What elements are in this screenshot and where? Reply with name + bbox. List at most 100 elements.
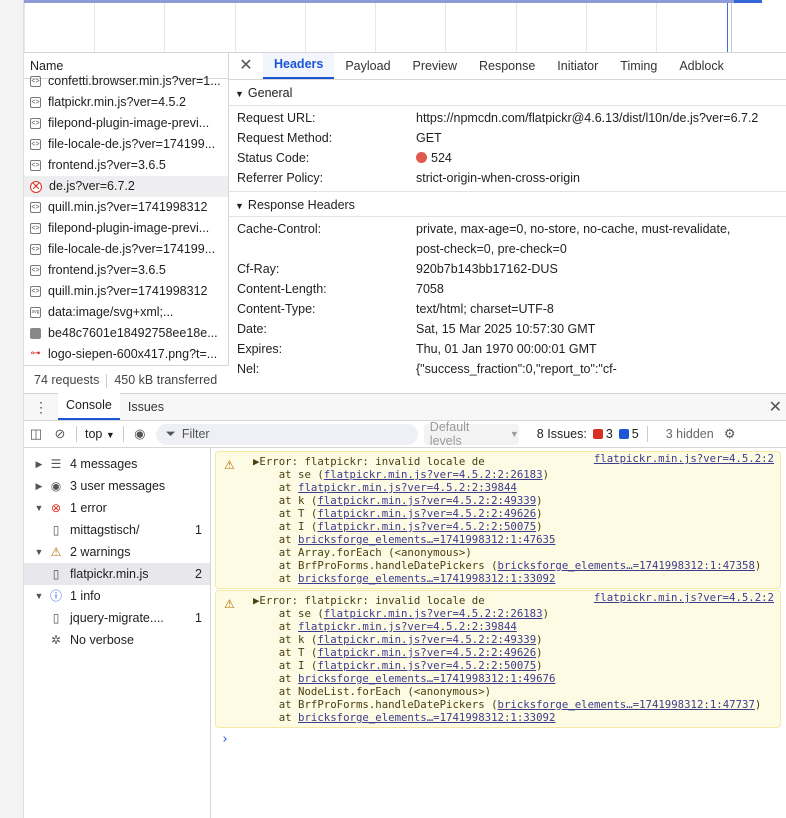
stack-link[interactable]: flatpickr.min.js?ver=4.5.2:2:39844 (298, 481, 517, 494)
stack-link[interactable]: bricksforge_elements…=1741998312:1:47358 (498, 559, 755, 572)
tab-response[interactable]: Response (468, 54, 546, 79)
stack-line: ▶Error: flatpickr: invalid locale de (253, 594, 780, 607)
tab-headers[interactable]: Headers (263, 53, 335, 79)
stack-text: ) (542, 607, 549, 620)
stack-link[interactable]: flatpickr.min.js?ver=4.5.2:2:49626 (317, 507, 536, 520)
sidebar-item[interactable]: ▯ jquery-migrate.... 1 (24, 607, 210, 629)
stack-link[interactable]: bricksforge_elements…=1741998312:1:33092 (298, 572, 555, 585)
waterfall-bar-active (734, 0, 762, 3)
request-row[interactable]: <> quill.min.js?ver=1741998312 (24, 281, 228, 302)
header-key: Cache-Control: (237, 222, 322, 236)
sidebar-item[interactable]: ▯ mittagstisch/1 (24, 519, 210, 541)
console-prompt[interactable]: › (221, 732, 229, 747)
stack-link[interactable]: flatpickr.min.js?ver=4.5.2:2:49339 (317, 633, 536, 646)
header-key: Content-Type: (237, 302, 316, 316)
request-row[interactable]: <> frontend.js?ver=3.6.5 (24, 260, 228, 281)
levels-dropdown[interactable]: Default levels ▼ (423, 420, 519, 448)
request-row[interactable]: <> frontend.js?ver=3.6.5 (24, 155, 228, 176)
stack-line: at I (flatpickr.min.js?ver=4.5.2:2:50075… (253, 520, 780, 533)
stack-text: ) (536, 507, 543, 520)
sidebar-item[interactable]: ▼ ⓘ 1 info (24, 585, 210, 607)
sidebar-item-label: 1 info (70, 589, 101, 603)
sidebar-item-count: 2 (195, 567, 202, 581)
request-row[interactable]: <> file-locale-de.js?ver=174199... (24, 239, 228, 260)
sidebar-item[interactable]: ✲ No verbose (24, 629, 210, 651)
console-warning-message[interactable]: ⚠ flatpickr.min.js?ver=4.5.2:2 ▶Error: fla… (215, 590, 781, 728)
file-icon: ▯ (52, 567, 60, 581)
sidebar-item[interactable]: ▶ ☰ 4 messages (24, 453, 210, 475)
stack-link[interactable]: bricksforge_elements…=1741998312:1:49676 (298, 672, 555, 685)
stack-link[interactable]: bricksforge_elements…=1741998312:1:47737 (498, 698, 755, 711)
more-options-icon[interactable]: ⋮ (24, 395, 58, 420)
tab-payload[interactable]: Payload (334, 54, 401, 79)
sidebar-toggle-icon[interactable]: ◫ (24, 426, 48, 442)
eye-icon[interactable]: ◉ (128, 426, 152, 442)
tab-preview[interactable]: Preview (402, 54, 468, 79)
stack-link[interactable]: flatpickr.min.js?ver=4.5.2:2:39844 (298, 620, 517, 633)
stack-link[interactable]: flatpickr.min.js?ver=4.5.2:2:26183 (324, 468, 543, 481)
request-row[interactable]: <> quill.min.js?ver=1741998312 (24, 197, 228, 218)
clear-console-icon[interactable]: ⊘ (48, 426, 72, 442)
grid-line (731, 3, 732, 52)
header-key: Request URL: (237, 111, 316, 125)
general-header-row: Request URL: https://npmcdn.com/flatpickr… (229, 108, 786, 128)
warning-icon: ⚠ (50, 545, 62, 559)
request-name: data:image/svg+xml;... (48, 305, 174, 319)
close-icon[interactable]: ✕ (229, 53, 263, 79)
general-header-row: Request Method: GET (229, 128, 786, 148)
stack-line: at k (flatpickr.min.js?ver=4.5.2:2:49339… (253, 633, 780, 646)
network-waterfall[interactable] (24, 0, 786, 53)
stack-text: at (253, 481, 299, 494)
stack-link[interactable]: flatpickr.min.js?ver=4.5.2:2:49339 (317, 494, 536, 507)
issues-counter[interactable]: 8 Issues: 3 5 (537, 427, 639, 441)
stack-line: at se (flatpickr.min.js?ver=4.5.2:2:2618… (253, 468, 780, 481)
stack-line: ▶Error: flatpickr: invalid locale de (253, 455, 780, 468)
stack-text: at (253, 620, 299, 633)
request-row[interactable]: <> file-locale-de.js?ver=174199... (24, 134, 228, 155)
request-name: frontend.js?ver=3.6.5 (48, 263, 166, 277)
request-row[interactable]: ✕ de.js?ver=6.7.2 (24, 176, 228, 197)
stack-link[interactable]: flatpickr.min.js?ver=4.5.2:2:50075 (317, 659, 536, 672)
tab-initiator[interactable]: Initiator (546, 54, 609, 79)
request-row[interactable]: <> filepond-plugin-image-previ... (24, 218, 228, 239)
drawer-tab-issues[interactable]: Issues (120, 395, 172, 420)
response-headers-section-header[interactable]: ▼ Response Headers (229, 191, 786, 217)
stack-text: at k ( (253, 633, 318, 646)
stack-link[interactable]: flatpickr.min.js?ver=4.5.2:2:26183 (324, 607, 543, 620)
filter-input[interactable]: ⏷ Filter (155, 423, 418, 445)
request-row[interactable]: <> flatpickr.min.js?ver=4.5.2 (24, 92, 228, 113)
sidebar-item[interactable]: ▶ ◉ 3 user messages (24, 475, 210, 497)
request-row[interactable]: <> filepond-plugin-image-previ... (24, 113, 228, 134)
stack-link[interactable]: bricksforge_elements…=1741998312:1:33092 (298, 711, 555, 724)
chevron-down-icon: ▼ (105, 430, 115, 440)
tab-adblock[interactable]: Adblock (668, 54, 734, 79)
stack-link[interactable]: flatpickr.min.js?ver=4.5.2:2:50075 (317, 520, 536, 533)
grid-line (24, 3, 25, 52)
request-row[interactable]: ⊶ logo-siepen-600x417.png?t=... (24, 344, 228, 365)
stack-text: ) (542, 468, 549, 481)
settings-gear-icon[interactable]: ⚙ (718, 426, 742, 442)
header-value: Thu, 01 Jan 1970 00:00:01 GMT (416, 339, 786, 359)
sidebar-item[interactable]: ▼ ⊗ 1 error (24, 497, 210, 519)
stack-link[interactable]: flatpickr.min.js?ver=4.5.2:2:49626 (317, 646, 536, 659)
general-section-header[interactable]: ▼ General (229, 80, 786, 106)
list-icon: ☰ (50, 457, 62, 471)
sidebar-item[interactable]: ▼ ⚠ 2 warnings (24, 541, 210, 563)
context-selector[interactable]: top ▼ (81, 427, 119, 441)
tab-timing[interactable]: Timing (609, 54, 668, 79)
stack-line: at bricksforge_elements…=1741998312:1:47… (253, 533, 780, 546)
request-row[interactable]: be48c7601e18492758ee18e... (24, 323, 228, 344)
general-header-row: Referrer Policy: strict-origin-when-cross… (229, 168, 786, 188)
filter-placeholder: Filter (181, 427, 210, 441)
console-warning-message[interactable]: ⚠ flatpickr.min.js?ver=4.5.2:2 ▶Error: fla… (215, 451, 781, 589)
console-toolbar: ◫ ⊘ top ▼ ◉ ⏷ Filter Default levels ▼ 8 Is… (24, 420, 786, 448)
request-row[interactable]: <> confetti.browser.min.js?ver=1... (24, 71, 228, 92)
stack-line: at T (flatpickr.min.js?ver=4.5.2:2:49626… (253, 646, 780, 659)
general-header-row: Status Code: 524 (229, 148, 786, 168)
request-row[interactable]: svg data:image/svg+xml;... (24, 302, 228, 323)
header-value-text: Thu, 01 Jan 1970 00:00:01 GMT (416, 342, 597, 356)
stack-link[interactable]: bricksforge_elements…=1741998312:1:47635 (298, 533, 555, 546)
sidebar-item[interactable]: ▯ flatpickr.min.js 2 (24, 563, 210, 585)
close-drawer-icon[interactable]: ✕ (769, 397, 782, 417)
drawer-tab-console[interactable]: Console (58, 393, 120, 420)
